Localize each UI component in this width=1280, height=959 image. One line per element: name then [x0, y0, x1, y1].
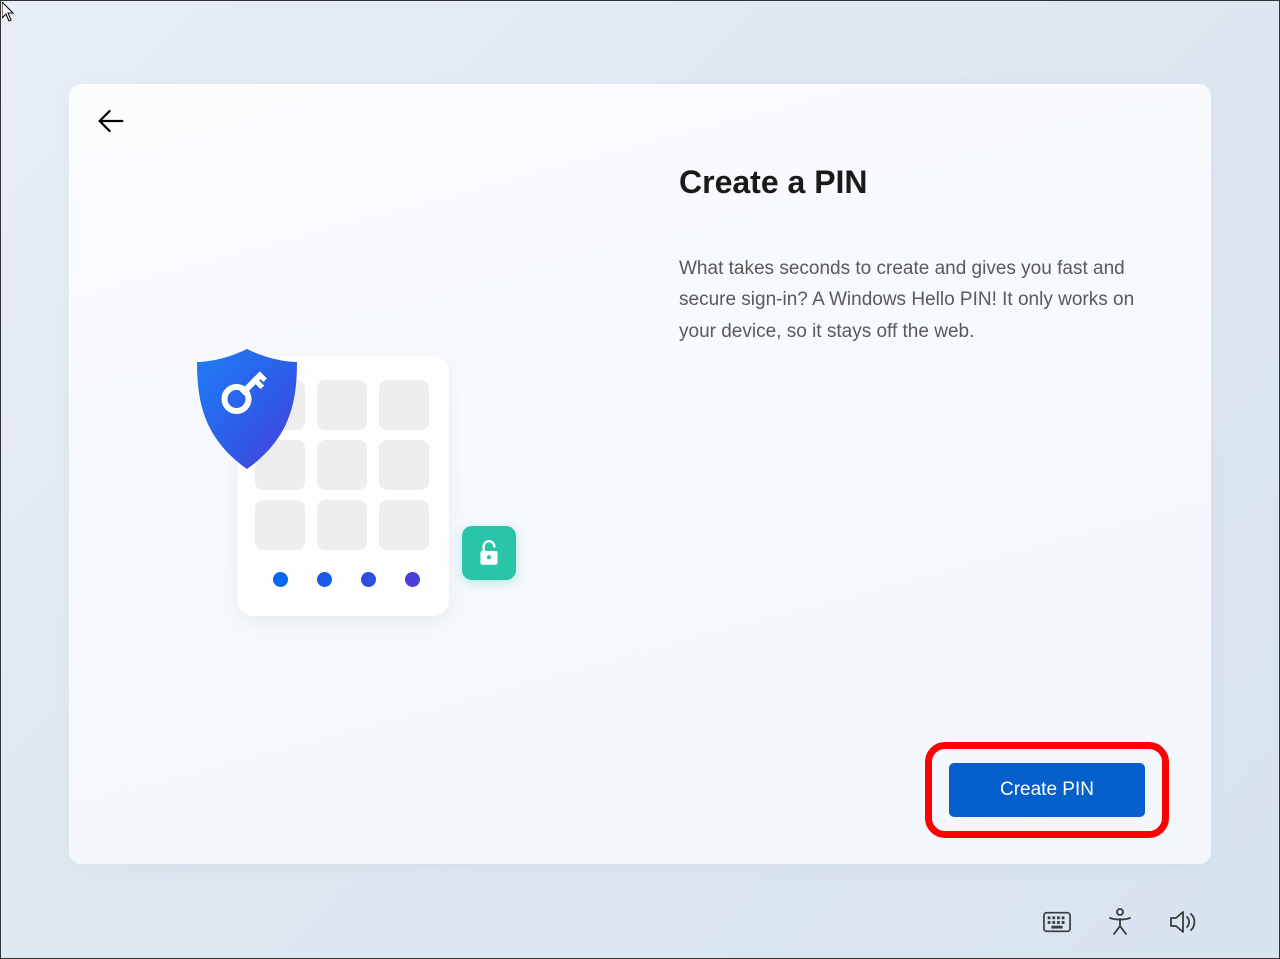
cursor-icon [2, 2, 18, 27]
create-pin-button[interactable]: Create PIN [949, 763, 1145, 817]
keypad-key [255, 500, 305, 550]
content-panel: Create a PIN What takes seconds to creat… [679, 164, 1159, 347]
back-button[interactable] [94, 104, 134, 144]
on-screen-keyboard-button[interactable] [1043, 908, 1071, 936]
volume-button[interactable] [1169, 908, 1197, 936]
footer-toolbar [1043, 908, 1197, 936]
accessibility-button[interactable] [1106, 908, 1134, 936]
keypad-key [317, 500, 367, 550]
pin-dot [405, 572, 420, 587]
pin-dot [273, 572, 288, 587]
oobe-dialog-card: Create a PIN What takes seconds to creat… [69, 84, 1211, 864]
keypad-key [379, 380, 429, 430]
keypad-key [317, 380, 367, 430]
accessibility-icon [1107, 908, 1133, 936]
back-arrow-icon [94, 104, 128, 138]
keypad-key [379, 500, 429, 550]
keyboard-icon [1043, 911, 1071, 933]
pin-illustration [187, 344, 567, 624]
keypad-key [379, 440, 429, 490]
dialog-description: What takes seconds to create and gives y… [679, 253, 1159, 347]
create-pin-highlight: Create PIN [925, 742, 1169, 838]
dialog-title: Create a PIN [679, 164, 1159, 201]
volume-icon [1169, 910, 1197, 934]
pin-dot [317, 572, 332, 587]
shield-icon [187, 344, 307, 474]
keypad-key [317, 440, 367, 490]
pin-dot [361, 572, 376, 587]
pin-dots [255, 572, 431, 587]
unlock-badge [462, 526, 516, 580]
unlock-icon [476, 538, 502, 568]
